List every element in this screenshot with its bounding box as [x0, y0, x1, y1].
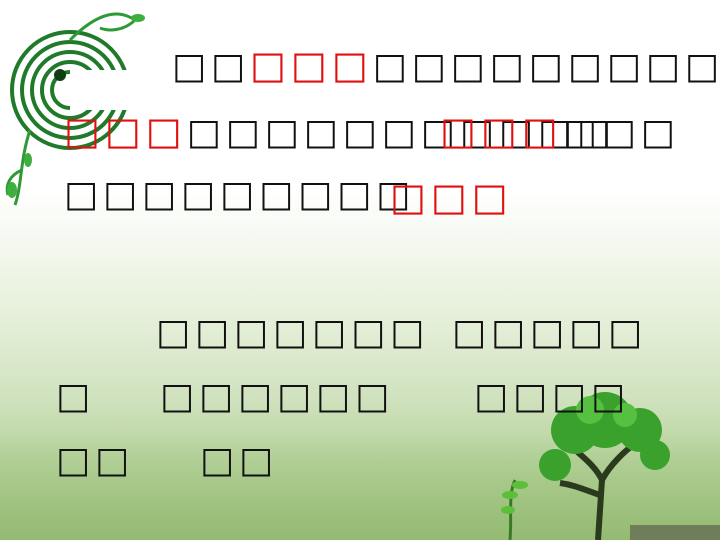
paragraph2-line2-right: □□□□ [474, 376, 630, 418]
paragraph1-line3: □□□□□□□□□ [64, 174, 415, 216]
paragraph2-line3-right: □□ [200, 440, 278, 482]
p1-line1-red-phrase: □□□ [250, 43, 373, 87]
p1-line3-red-phrase: □□□ [390, 175, 513, 219]
p2-line3-part-a: □□ [56, 440, 135, 481]
p1-line3-lead: □□□□□□□□□ [64, 174, 416, 215]
p2-line3-part-b: □□ [200, 440, 279, 481]
paragraph1-line2-right: □□□□□□ [440, 110, 680, 154]
p2-line2-part-a: □ [56, 376, 96, 417]
paragraph2-line1: □□□□□□□ [156, 312, 429, 354]
p2-line1-part-b: □□□□□ [452, 312, 648, 353]
paragraph1-line3-right: □□□ [390, 176, 513, 220]
paragraph1-line1: □□□□□□□□□□□□□□□ [172, 44, 720, 88]
slide: □□□□□□□□□□□□□□ □ □□□□□□□□□□□□□ □ □□□□□ □ □□… [0, 0, 720, 540]
p1-line2-red-phrase-1: □□□ [64, 109, 187, 153]
paragraph2-line1-right: □□□□□ [452, 312, 647, 354]
paragraph2-line2-mid: □□□□□□ [160, 376, 394, 418]
p2-line1-part-a: □□□□□□□ [156, 312, 430, 353]
p1-line2-red-phrase-2: □□□ [440, 109, 563, 153]
paragraph2-line3: □□ [56, 440, 134, 482]
p1-line2-tail: □□□ [562, 112, 680, 153]
paragraph2-line2: □ [56, 376, 95, 418]
p2-line2-part-b: □□□□□□ [160, 376, 395, 417]
p1-line1-lead: □□ [172, 46, 251, 87]
p2-line2-part-c: □□□□ [474, 376, 631, 417]
p1-line1-tail: □□□□□□□□□□ [372, 46, 720, 87]
